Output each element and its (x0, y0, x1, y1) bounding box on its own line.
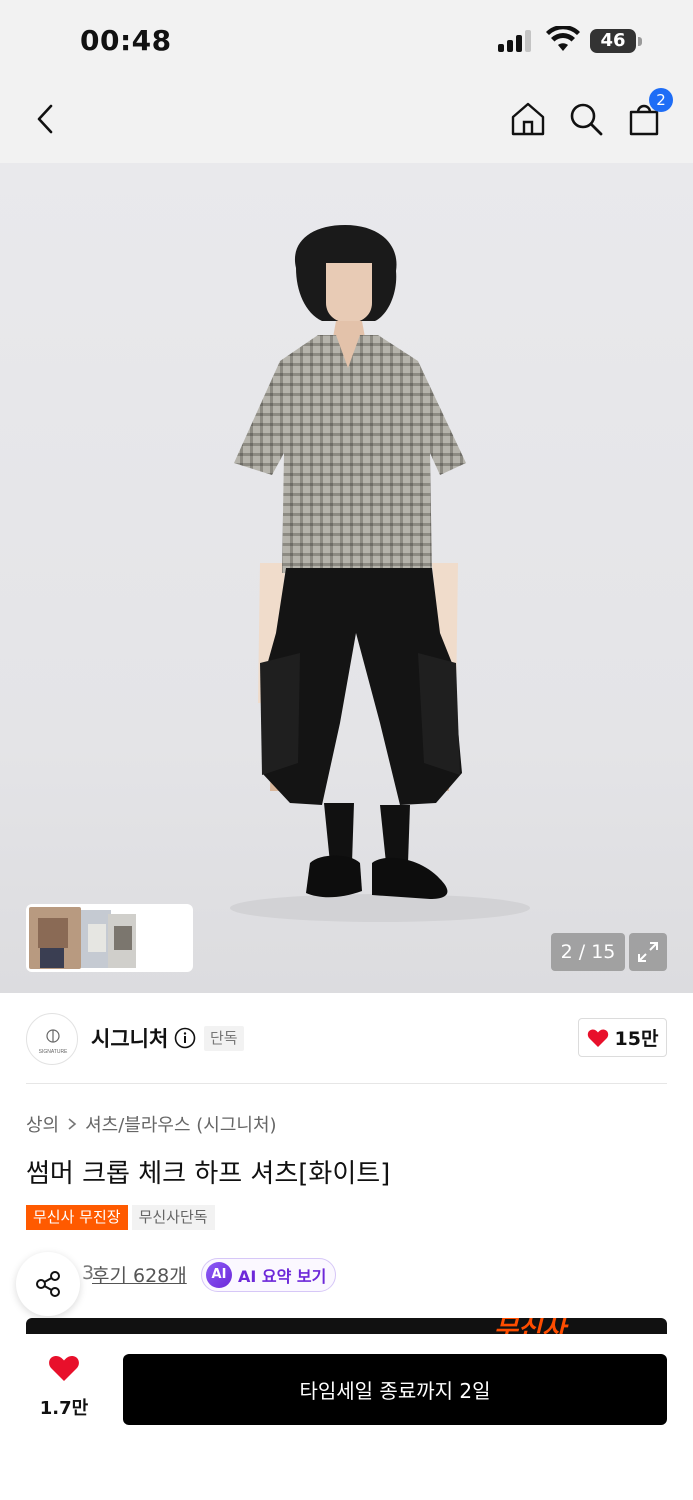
brand-row: SIGNATURE 시그니처 단독 15만 (0, 993, 693, 1083)
product-title: 썸머 크롭 체크 하프 셔츠[화이트] (26, 1159, 391, 1189)
info-icon[interactable] (174, 1027, 196, 1049)
home-button[interactable] (505, 96, 551, 142)
search-button[interactable] (563, 96, 609, 142)
heart-icon (587, 1028, 608, 1047)
battery-indicator: 46 (590, 29, 636, 53)
brand-logo-mark: SIGNATURE (39, 1029, 68, 1055)
search-icon (570, 103, 603, 136)
like-count: 1.7만 (39, 1398, 89, 1419)
brand-like-button[interactable]: 15만 (578, 1018, 667, 1057)
breadcrumb-subcategory[interactable]: 셔츠/블라우스 (시그니처) (85, 1111, 276, 1137)
brand-name[interactable]: 시그니처 (91, 1023, 168, 1053)
chevron-right-icon (68, 1118, 77, 1130)
share-button[interactable] (16, 1252, 80, 1316)
thumbnail-images (29, 907, 136, 969)
brand-logo-text: SIGNATURE (39, 1049, 68, 1055)
heart-icon (49, 1355, 79, 1381)
model-photo (230, 225, 530, 922)
home-icon (511, 102, 545, 136)
like-button[interactable]: 1.7만 (26, 1354, 102, 1422)
battery-cap (638, 37, 642, 46)
bottom-action-bar: 1.7만 타임세일 종료까지 2일 (0, 1334, 693, 1500)
product-tags: 무신사 무진장 무신사단독 (26, 1205, 215, 1230)
review-link[interactable]: 후기 628개 (92, 1261, 187, 1288)
tag-exclusive: 무신사단독 (131, 1205, 215, 1230)
breadcrumb: 상의 셔츠/블라우스 (시그니처) (26, 1111, 277, 1137)
ai-badge: AI (206, 1262, 232, 1288)
cart-button[interactable]: 2 (621, 88, 673, 142)
nav-bar: 2 (0, 80, 693, 163)
divider (26, 1083, 667, 1084)
ai-summary-label: AI 요약 보기 (238, 1267, 327, 1286)
breadcrumb-category[interactable]: 상의 (26, 1111, 59, 1137)
tag-mujinjang: 무신사 무진장 (26, 1205, 128, 1230)
exclusive-tag: 단독 (204, 1026, 244, 1051)
thumbnail-strip[interactable] (26, 904, 193, 972)
page-indicator: 2 / 15 (551, 933, 625, 971)
expand-icon (638, 942, 658, 962)
status-bar: 00:48 46 (0, 0, 693, 80)
back-button[interactable] (22, 96, 68, 142)
back-icon (37, 104, 53, 134)
product-image[interactable]: 2 / 15 (0, 163, 693, 993)
fullscreen-button[interactable] (629, 933, 667, 971)
cart-count-badge: 2 (649, 88, 673, 112)
brand-logo[interactable]: SIGNATURE (26, 1013, 78, 1065)
brand-like-count: 15만 (614, 1028, 659, 1050)
wifi-icon (546, 26, 580, 51)
ai-summary-button[interactable]: AI AI 요약 보기 (201, 1258, 337, 1292)
purchase-button[interactable]: 타임세일 종료까지 2일 (123, 1354, 667, 1425)
signal-icon (498, 30, 536, 52)
status-time: 00:48 (80, 24, 172, 57)
share-icon (36, 1271, 60, 1297)
